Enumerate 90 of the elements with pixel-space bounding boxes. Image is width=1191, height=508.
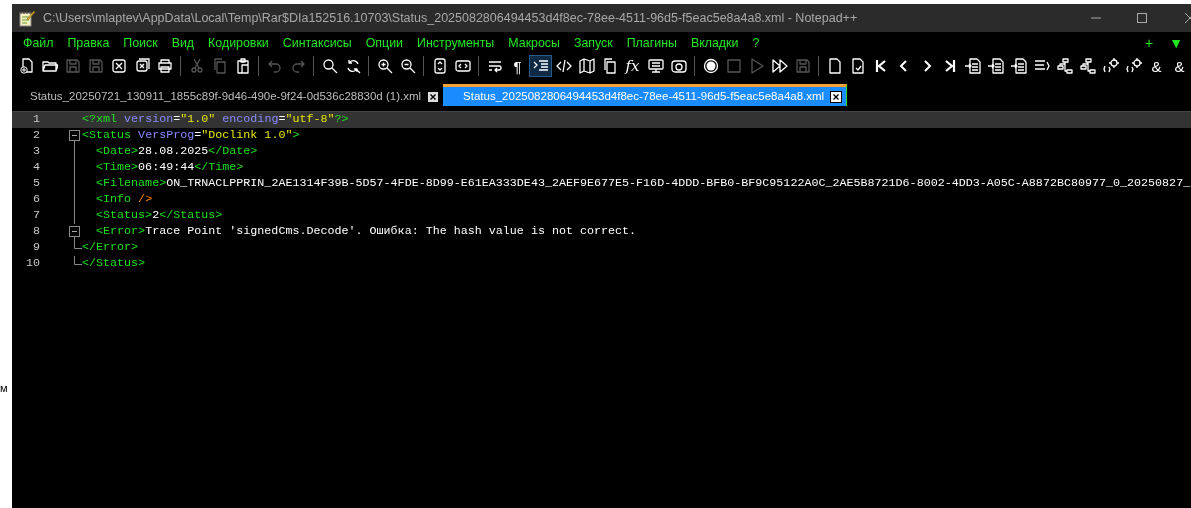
- file-tab[interactable]: Status_20250721_130911_1855c89f-9d46-490e-9f24-0d536c28830d (1).xml: [18, 84, 444, 106]
- close-icon: [110, 58, 127, 74]
- document-check-icon: [849, 58, 866, 74]
- undo-icon: [266, 58, 283, 74]
- fast-forward-icon: [771, 58, 788, 74]
- menu-item[interactable]: Кодировки: [201, 33, 276, 53]
- gear-icon: [1125, 58, 1142, 74]
- toolbar-button[interactable]: ¶: [506, 55, 529, 77]
- tree-icon: [1079, 58, 1096, 74]
- line-number: 4: [32, 159, 40, 177]
- folder-icon: [41, 58, 58, 74]
- tree-icon: [1056, 58, 1073, 74]
- line-number: 8: [32, 223, 40, 241]
- line-number: 6: [32, 191, 40, 209]
- new-tab-button[interactable]: +: [1136, 32, 1162, 54]
- document-icon: [826, 58, 843, 74]
- zoom-in-icon: [376, 58, 393, 74]
- close-tab-icon[interactable]: [427, 90, 440, 103]
- search-icon: [321, 58, 338, 74]
- dropdown-button[interactable]: ▼: [1161, 32, 1191, 54]
- code-line: <Status VersProg="Doclink 1.0">: [82, 127, 300, 145]
- word-wrap-icon: [486, 58, 503, 74]
- scissors-icon: [188, 58, 205, 74]
- document-import-icon: [964, 58, 981, 74]
- copy-icon: [211, 58, 228, 74]
- code-line: </Status>: [82, 255, 146, 273]
- toolbar-button[interactable]: [529, 55, 552, 77]
- line-number: 10: [24, 255, 40, 273]
- code-line: <?xml version="1.0" encoding="utf-8"?>: [82, 111, 349, 129]
- code-line: <Filename>ON_TRNACLPPRIN_2AE1314F39B-5D57-4FDE-8D99-E61EA333DE43_2AEF9E677E5-F16D-4DDD-BFB0-BF9C95122A0C_2AE5B8721D6-8002-4DD3-A05C-A8872BC80977_0_20250827_: [95, 175, 1191, 193]
- copy-icon: [601, 58, 618, 74]
- code-tag-icon: [555, 58, 572, 74]
- printer-icon: [156, 58, 173, 74]
- fold-toggle-icon[interactable]: [69, 224, 80, 240]
- monitor-icon: [647, 58, 664, 74]
- map-icon: [578, 58, 595, 74]
- menu-item[interactable]: Правка: [60, 33, 117, 53]
- toolbar-button[interactable]: fx: [621, 55, 644, 77]
- document-import-icon: [1010, 58, 1027, 74]
- menu-item[interactable]: Запуск: [566, 33, 620, 53]
- code-line: <Date>28.08.2025</Date>: [95, 143, 258, 161]
- menu-item[interactable]: Вкладки: [683, 33, 746, 53]
- code-line: <Info />: [95, 191, 153, 209]
- line-number: 7: [32, 207, 40, 225]
- close-tab-icon[interactable]: [830, 90, 843, 103]
- line-number: 2: [32, 127, 40, 145]
- toolbar-button[interactable]: &: [1168, 55, 1191, 77]
- sync-vertical-icon: [431, 58, 448, 74]
- floppy-icon: [64, 58, 81, 74]
- code-line: </Error>: [82, 239, 139, 257]
- code-line: <Status>2</Status>: [95, 207, 223, 225]
- window-title: C:\Users\mlaptev\AppData\Local\Temp\Rar$DIa152516.10703\Status_2025082806494453d4f8ec-78ee-4511-96d5-f5eac5e8a4a8.xml - Notepad++: [43, 9, 859, 27]
- code-line: <Time>06:49:44</Time>: [95, 159, 244, 177]
- sync-horizontal-icon: [454, 58, 471, 74]
- close-icon[interactable]: [1185, 13, 1191, 23]
- code-line: <Error>Trace Point 'signedCms.Decode'. Ошибка: The hash value is not correct.: [95, 223, 637, 241]
- line-number: 5: [32, 175, 40, 193]
- maximize-icon[interactable]: [1137, 13, 1147, 23]
- close-all-icon: [133, 58, 150, 74]
- fold-toggle-icon[interactable]: [69, 128, 80, 144]
- floppy-icon: [794, 58, 811, 74]
- notepad-icon: [18, 9, 35, 27]
- indent-guide-icon: [532, 58, 549, 74]
- menu-item[interactable]: Поиск: [116, 33, 165, 53]
- floppy-icon: [87, 58, 104, 74]
- menu-item[interactable]: Синтаксисы: [275, 33, 359, 53]
- stop-icon: [725, 58, 742, 74]
- camera-icon: [670, 58, 687, 74]
- menu-item[interactable]: Вид: [164, 33, 202, 53]
- fold-end-line: [74, 240, 82, 249]
- line-number: 9: [32, 239, 40, 257]
- fold-end-line: [74, 256, 82, 265]
- gear-icon: [1102, 58, 1119, 74]
- menu-item[interactable]: Опции: [358, 33, 410, 53]
- menu-item[interactable]: ?: [745, 33, 767, 53]
- menu-item[interactable]: Инструменты: [410, 33, 502, 53]
- line-number: 1: [32, 111, 40, 129]
- document-import-icon: [987, 58, 1004, 74]
- line-number: 3: [32, 143, 40, 161]
- text-fragment: м: [0, 381, 8, 396]
- play-icon: [748, 58, 765, 74]
- record-icon: [702, 58, 719, 74]
- menu-item[interactable]: Файл: [16, 33, 61, 53]
- toolbar-button[interactable]: &: [1145, 55, 1168, 77]
- new-file-icon: [18, 58, 35, 74]
- clipboard-icon: [234, 58, 251, 74]
- menu-item[interactable]: Плагины: [619, 33, 684, 53]
- menu-item[interactable]: Макросы: [501, 33, 567, 53]
- redo-icon: [289, 58, 306, 74]
- zoom-out-icon: [399, 58, 416, 74]
